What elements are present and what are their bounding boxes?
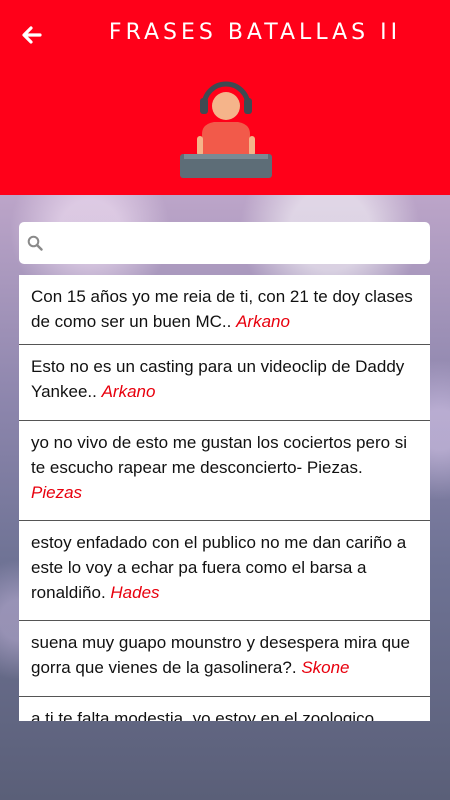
phrase-text: a ti te falta modestia, yo estoy en el z… [31,709,375,721]
phrase-author: Arkano [236,312,290,331]
list-item[interactable]: Con 15 años yo me reia de ti, con 21 te … [19,275,430,345]
phrase-author: Arkano [101,382,156,401]
list-item[interactable]: yo no vivo de esto me gustan los cociert… [19,421,430,521]
phrase-list[interactable]: Con 15 años yo me reia de ti, con 21 te … [19,275,430,721]
search-bar[interactable] [19,222,430,266]
list-item[interactable]: Esto no es un casting para un videoclip … [19,345,430,421]
list-item[interactable]: suena muy guapo mounstro y desespera mir… [19,621,430,697]
phrase-text: Esto no es un casting para un videoclip … [31,357,405,401]
search-input[interactable] [49,222,423,266]
phrase-text: estoy enfadado con el publico no me dan … [31,533,407,602]
phrase-text: yo no vivo de esto me gustan los cociert… [31,433,408,477]
phrase-author: Skone [301,658,350,677]
phrase-text: Con 15 años yo me reia de ti, con 21 te … [31,287,413,331]
page-title: FRASES BATALLAS II [108,20,402,45]
arrow-left-icon [22,26,42,44]
list-item[interactable]: estoy enfadado con el publico no me dan … [19,521,430,621]
phrase-text: suena muy guapo mounstro y desespera mir… [31,633,410,677]
search-icon [27,235,43,251]
dj-icon [180,81,272,178]
phrase-author: Piezas [31,483,83,502]
phrase-author: Hades [110,583,160,602]
list-item[interactable]: a ti te falta modestia, yo estoy en el z… [19,697,430,721]
back-button[interactable] [18,22,46,48]
app-header: FRASES BATALLAS II [0,0,450,195]
